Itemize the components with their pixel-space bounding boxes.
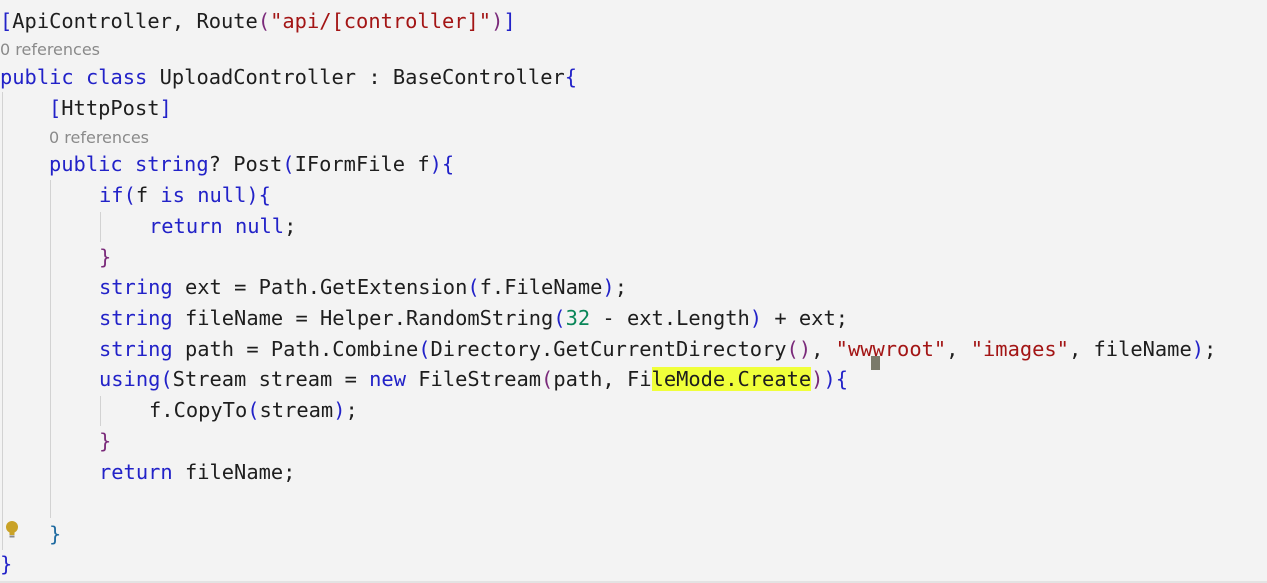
codelens-references[interactable]: 0 references (49, 127, 149, 149)
code-line-return-null[interactable]: return null; (149, 211, 296, 241)
code-line-filename[interactable]: string fileName = Helper.RandomString(32… (99, 303, 848, 333)
code-line-return-filename[interactable]: return fileName; (99, 457, 295, 487)
code-line-method-attribute[interactable]: [HttpPost] (49, 93, 172, 123)
code-line-using-close[interactable]: } (99, 426, 111, 456)
code-line-copyto[interactable]: f.CopyTo(stream); (149, 395, 358, 425)
indent-guide-if (100, 212, 101, 242)
lightbulb-icon[interactable] (4, 520, 20, 540)
code-line-if[interactable]: if(f is null){ (99, 180, 271, 210)
code-line-class-close[interactable]: } (0, 549, 12, 579)
code-line-path[interactable]: string path = Path.Combine(Directory.Get… (99, 334, 1216, 364)
code-line-class-attribute[interactable]: [ApiController, Route("api/[controller]"… (0, 6, 516, 36)
indent-guide-using (100, 396, 101, 426)
code-line-method-close[interactable]: } (49, 519, 61, 549)
code-line-class-declaration[interactable]: public class UploadController : BaseCont… (0, 62, 577, 92)
text-cursor-marker (871, 356, 880, 370)
indent-guide-method (50, 180, 51, 518)
code-line-ext[interactable]: string ext = Path.GetExtension(f.FileNam… (99, 272, 627, 302)
code-editor[interactable]: [ApiController, Route("api/[controller]"… (0, 0, 1267, 583)
code-line-if-close[interactable]: } (99, 242, 111, 272)
codelens-references[interactable]: 0 references (0, 39, 100, 61)
code-line-using[interactable]: using(Stream stream = new FileStream(pat… (99, 364, 848, 394)
code-line-method-declaration[interactable]: public string? Post(IFormFile f){ (49, 149, 454, 179)
indent-guide-class (2, 92, 3, 550)
